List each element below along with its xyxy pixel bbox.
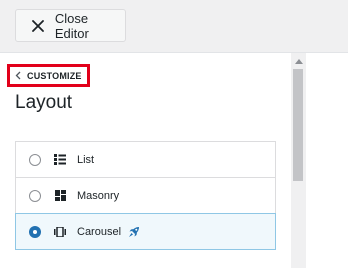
carousel-icon (54, 226, 66, 238)
close-editor-label: Close Editor (54, 10, 89, 41)
close-editor-button[interactable]: Close Editor (15, 9, 126, 42)
layout-option-list[interactable]: List (15, 141, 276, 178)
layout-options: List Masonry Carousel (15, 141, 276, 250)
layout-option-masonry[interactable]: Masonry (15, 177, 276, 214)
layout-option-masonry-label: Masonry (77, 189, 120, 202)
close-icon (29, 17, 47, 35)
scroll-up-arrow-icon[interactable] (295, 59, 303, 64)
layout-option-list-label: List (77, 153, 95, 166)
editor-topbar: Close Editor (0, 0, 348, 52)
radio-list[interactable] (29, 153, 41, 166)
radio-masonry[interactable] (29, 189, 41, 202)
panel-title: Layout (15, 92, 73, 113)
scroll-thumb[interactable] (293, 69, 303, 181)
chevron-left-icon (15, 71, 21, 81)
rocket-icon (128, 225, 141, 238)
customizer-panel: CUSTOMIZE Layout List Masonry Carousel (0, 52, 291, 268)
preview-area (306, 52, 348, 268)
panel-scrollbar[interactable] (291, 52, 306, 268)
layout-option-carousel[interactable]: Carousel (15, 213, 276, 250)
breadcrumb-label: CUSTOMIZE (27, 70, 82, 81)
radio-carousel[interactable] (29, 225, 41, 238)
masonry-icon (54, 190, 66, 202)
customize-back-link[interactable]: CUSTOMIZE (7, 64, 90, 87)
list-icon (54, 154, 66, 166)
layout-option-carousel-label: Carousel (77, 225, 122, 238)
